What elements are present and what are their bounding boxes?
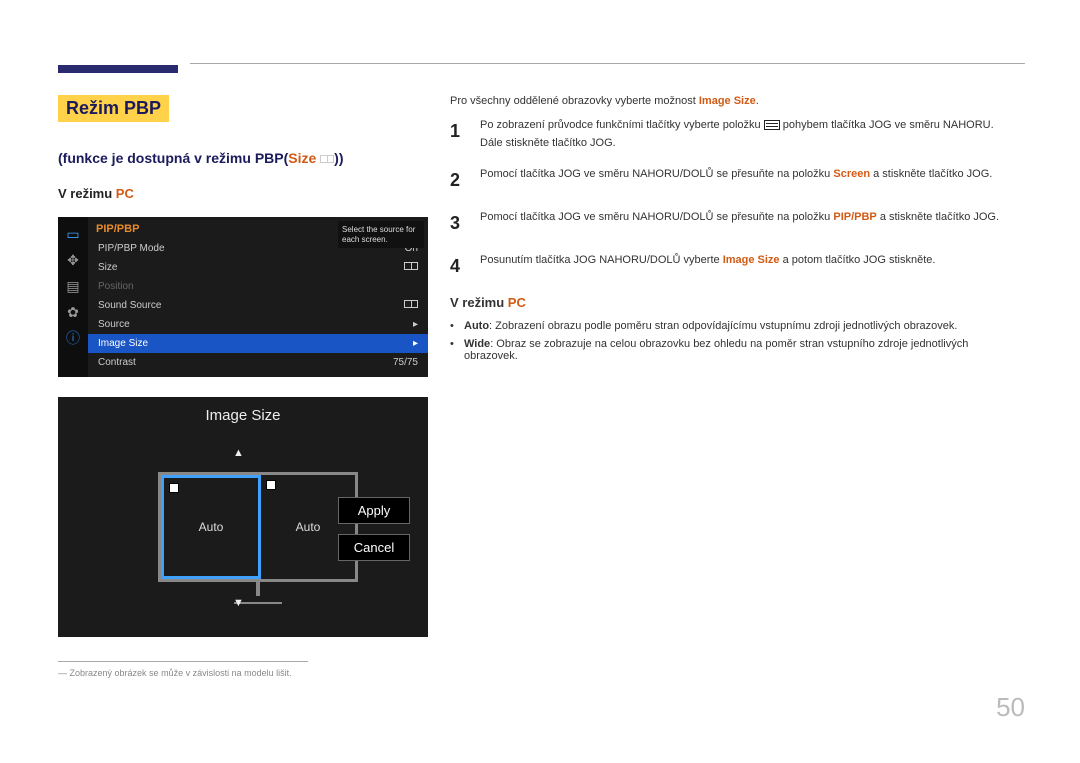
step-1: 1 Po zobrazení průvodce funkčními tlačít… — [450, 117, 1010, 152]
preview-title: Image Size — [58, 397, 428, 424]
mode-hl: PC — [116, 186, 134, 201]
intro-prefix: Pro všechny oddělené obrazovky vyberte m… — [450, 95, 699, 107]
info-icon: ⓘ — [64, 329, 82, 347]
apply-button[interactable]: Apply — [338, 497, 410, 524]
list-item: Auto: Zobrazení obrazu podle poměru stra… — [450, 320, 1010, 332]
mode-label-right: V režimu PC — [450, 295, 1010, 310]
subtitle-prefix: (funkce je dostupná v režimu PBP( — [58, 150, 288, 166]
step-text: Pomocí tlačítka JOG ve směru NAHORU/DOLŮ… — [480, 209, 1010, 238]
header-rule — [190, 63, 1025, 64]
subtitle-suffix: )) — [334, 150, 343, 166]
picture-icon: ▭ — [64, 225, 82, 243]
osd-value: 75/75 — [393, 357, 418, 368]
step-post: a stiskněte tlačítko JOG. — [877, 211, 999, 223]
preview-right-label: Auto — [296, 520, 321, 534]
monitor-graphic: Auto Auto — [158, 472, 358, 582]
corner-indicator — [169, 483, 179, 493]
corner-indicator — [266, 480, 276, 490]
step-text: Posunutím tlačítka JOG NAHORU/DOLŮ vyber… — [480, 252, 1010, 281]
osd-label: Contrast — [98, 357, 136, 368]
step-number: 1 — [450, 117, 466, 152]
footnote-marker: ― — [58, 668, 67, 678]
size-icon — [404, 262, 418, 270]
intro-hl: Image Size — [699, 95, 756, 107]
preview-buttons: Apply Cancel — [338, 497, 410, 571]
step-number: 4 — [450, 252, 466, 281]
step-hl: Image Size — [723, 254, 780, 266]
step-hl: Screen — [833, 168, 870, 180]
imagesize-preview: Image Size ▲ Auto Auto ▼ Apply Cancel — [58, 397, 428, 637]
bullet-text: : Obraz se zobrazuje na celou obrazovku … — [464, 338, 968, 362]
feature-subtitle: (funkce je dostupná v režimu PBP(Size )) — [58, 150, 428, 166]
options-icon: ▤ — [64, 277, 82, 295]
step-number: 3 — [450, 209, 466, 238]
sound-icon — [404, 300, 418, 308]
intro-suffix: . — [756, 95, 759, 107]
osd-row: Contrast 75/75 — [88, 353, 428, 372]
step-post: a stiskněte tlačítko JOG. — [870, 168, 992, 180]
nav-down-icon: ▼ — [233, 597, 244, 609]
nav-up-icon: ▲ — [233, 447, 244, 459]
cancel-button[interactable]: Cancel — [338, 534, 410, 561]
steps-list: 1 Po zobrazení průvodce funkčními tlačít… — [450, 117, 1010, 281]
osd-label: PIP/PBP Mode — [98, 243, 165, 254]
intro-text: Pro všechny oddělené obrazovky vyberte m… — [450, 95, 1010, 107]
step-3: 3 Pomocí tlačítka JOG ve směru NAHORU/DO… — [450, 209, 1010, 238]
mode-label: V režimu PC — [58, 186, 428, 201]
osd-row-selected: Image Size ▸ — [88, 334, 428, 353]
osd-label: Source — [98, 319, 130, 330]
osd-label: Image Size — [98, 338, 148, 349]
screen-icon: ✥ — [64, 251, 82, 269]
step-text: Pomocí tlačítka JOG ve směru NAHORU/DOLŮ… — [480, 166, 1010, 195]
monitor-screen: Auto Auto — [158, 472, 358, 582]
step-post: a potom tlačítko JOG stiskněte. — [780, 254, 936, 266]
osd-label: Position — [98, 281, 134, 292]
settings-icon: ✿ — [64, 303, 82, 321]
footnote: ― Zobrazený obrázek se může v závislosti… — [58, 668, 428, 678]
pbp-size-icon — [320, 155, 334, 163]
osd-row: Sound Source — [88, 296, 428, 315]
bullet-term: Wide — [464, 338, 490, 350]
subtitle-highlight: Size — [288, 150, 316, 166]
mode-prefix-r: V režimu — [450, 295, 508, 310]
step-4: 4 Posunutím tlačítka JOG NAHORU/DOLŮ vyb… — [450, 252, 1010, 281]
osd-label: Size — [98, 262, 117, 273]
step-hl: PIP/PBP — [833, 211, 876, 223]
osd-value: ▸ — [413, 319, 418, 330]
osd-menu: ▭ ✥ ▤ ✿ ⓘ PIP/PBP PIP/PBP Mode On Size P… — [58, 217, 428, 377]
osd-row: Position — [88, 277, 428, 296]
preview-left-label: Auto — [199, 520, 224, 534]
section-accent-bar — [58, 65, 178, 73]
osd-sidebar: ▭ ✥ ▤ ✿ ⓘ — [58, 217, 88, 377]
bullet-text: : Zobrazení obrazu podle poměru stran od… — [489, 320, 957, 332]
list-item: Wide: Obraz se zobrazuje na celou obrazo… — [450, 338, 1010, 362]
osd-tooltip: Select the source for each screen. — [338, 221, 424, 248]
section-heading: Režim PBP — [58, 95, 169, 122]
step-pre: Pomocí tlačítka JOG ve směru NAHORU/DOLŮ… — [480, 168, 833, 180]
bullet-term: Auto — [464, 320, 489, 332]
step-pre: Posunutím tlačítka JOG NAHORU/DOLŮ vyber… — [480, 254, 723, 266]
menu-icon — [764, 120, 780, 130]
footnote-rule — [58, 661, 308, 662]
mode-prefix: V režimu — [58, 186, 116, 201]
preview-left-half: Auto — [161, 475, 261, 579]
step-2: 2 Pomocí tlačítka JOG ve směru NAHORU/DO… — [450, 166, 1010, 195]
osd-value: ▸ — [413, 338, 418, 349]
osd-row: Source ▸ — [88, 315, 428, 334]
mode-hl-r: PC — [508, 295, 526, 310]
options-list: Auto: Zobrazení obrazu podle poměru stra… — [450, 320, 1010, 362]
step-text: Po zobrazení průvodce funkčními tlačítky… — [480, 117, 1010, 152]
right-column: Pro všechny oddělené obrazovky vyberte m… — [450, 95, 1010, 368]
left-column: Režim PBP (funkce je dostupná v režimu P… — [58, 95, 428, 678]
footnote-text: Zobrazený obrázek se může v závislosti n… — [70, 668, 292, 678]
step-pre: Po zobrazení průvodce funkčními tlačítky… — [480, 119, 764, 131]
page-number: 50 — [996, 692, 1025, 723]
step-pre: Pomocí tlačítka JOG ve směru NAHORU/DOLŮ… — [480, 211, 833, 223]
step-number: 2 — [450, 166, 466, 195]
osd-label: Sound Source — [98, 300, 161, 311]
osd-row: Size — [88, 258, 428, 277]
